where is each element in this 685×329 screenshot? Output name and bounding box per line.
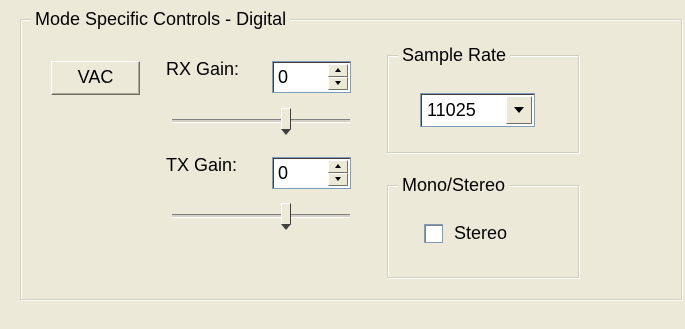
mono-stereo-title: Mono/Stereo (398, 174, 510, 196)
rx-gain-label: RX Gain: (166, 59, 240, 79)
rx-gain-slider-thumb[interactable] (281, 108, 291, 135)
tx-gain-down-arrow-icon[interactable] (328, 173, 348, 186)
chevron-down-icon (514, 107, 524, 113)
tx-gain-value: 0 (278, 163, 289, 183)
rx-gain-up-arrow-icon[interactable] (328, 64, 348, 77)
rx-gain-slider[interactable] (172, 106, 350, 135)
stereo-checkbox[interactable] (424, 224, 443, 243)
sample-rate-dropdown[interactable]: 11025 (420, 93, 535, 127)
stereo-label[interactable]: Stereo (454, 222, 507, 244)
rx-gain-spinner (328, 64, 348, 90)
tx-gain-up-arrow-icon[interactable] (328, 160, 348, 173)
sample-rate-title: Sample Rate (398, 44, 511, 66)
rx-gain-slider-track (172, 119, 350, 123)
tx-gain-label: TX Gain: (166, 155, 238, 175)
rx-gain-spinbox[interactable]: 0 (272, 61, 351, 93)
rx-gain-value: 0 (278, 67, 289, 87)
vac-button[interactable]: VAC (51, 61, 140, 95)
tx-gain-slider[interactable] (172, 201, 350, 230)
tx-gain-spinner (328, 160, 348, 186)
sample-rate-value: 11025 (427, 100, 476, 120)
group-title: Mode Specific Controls - Digital (31, 8, 291, 30)
tx-gain-spinbox[interactable]: 0 (272, 157, 351, 189)
dropdown-button[interactable] (506, 96, 532, 124)
tx-gain-slider-track (172, 214, 350, 218)
rx-gain-down-arrow-icon[interactable] (328, 77, 348, 90)
tx-gain-slider-thumb[interactable] (281, 203, 291, 230)
